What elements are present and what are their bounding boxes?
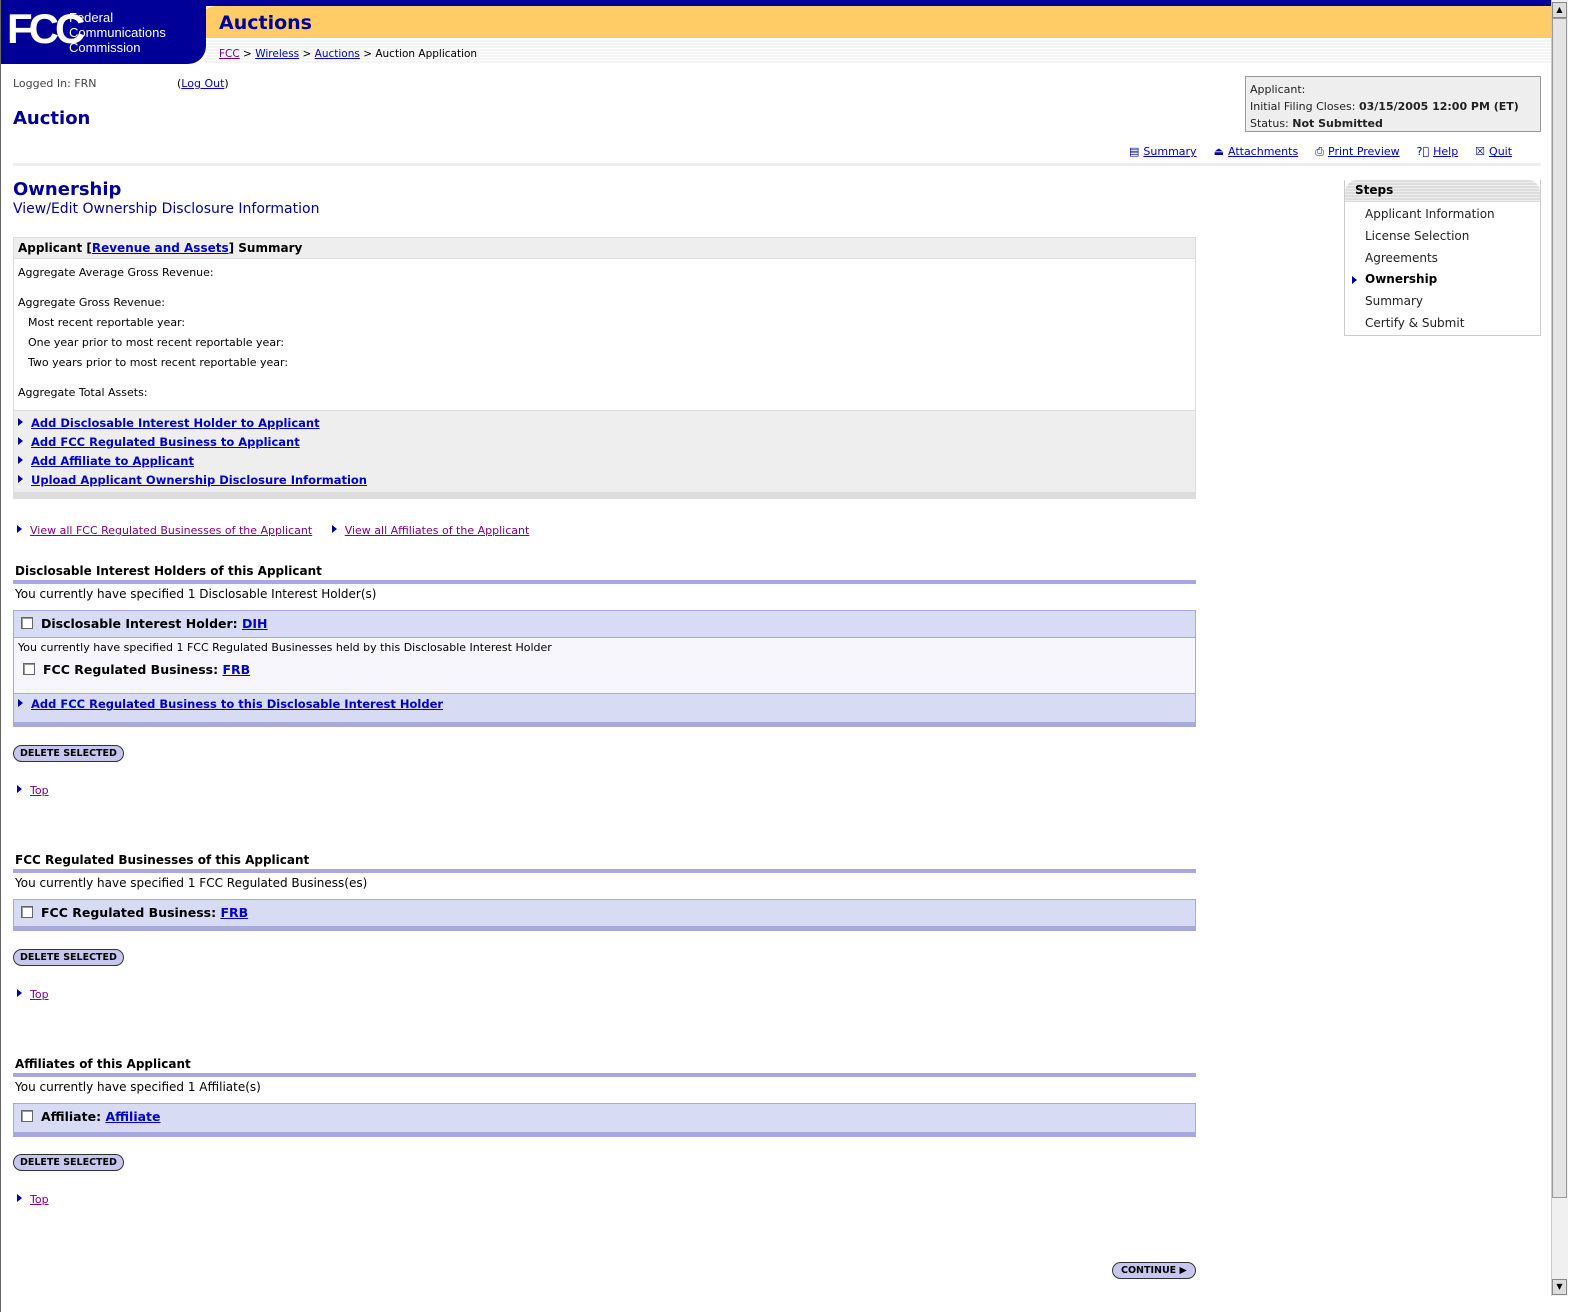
frb-checkbox[interactable] — [21, 906, 33, 918]
affiliate-row: Affiliate: Affiliate — [13, 1103, 1196, 1137]
title-band — [197, 6, 1551, 38]
arrow-right-icon: ▶ — [1179, 1265, 1187, 1276]
summary-header: Applicant [Revenue and Assets] Summary — [14, 238, 1195, 259]
divider — [13, 1073, 1196, 1077]
frb-link[interactable]: FRB — [222, 662, 250, 677]
view-affiliates-link[interactable]: View all Affiliates of the Applicant — [345, 524, 530, 537]
frb-heading: FCC Regulated Businesses of this Applica… — [15, 853, 310, 867]
summary-box: Applicant [Revenue and Assets] Summary A… — [13, 237, 1196, 499]
section-subtitle: View/Edit Ownership Disclosure Informati… — [13, 201, 320, 217]
logo-text: Federal Communications Commission — [69, 10, 166, 55]
close-icon: ☒ — [1475, 145, 1486, 158]
breadcrumb: FCC > Wireless > Auctions > Auction Appl… — [219, 48, 478, 60]
breadcrumb-auctions[interactable]: Auctions — [315, 48, 360, 60]
upload-icon: ⏏ — [1213, 145, 1224, 158]
breadcrumb-fcc[interactable]: FCC — [219, 48, 240, 60]
revenue-assets-link[interactable]: Revenue and Assets — [92, 241, 229, 255]
view-links: View all FCC Regulated Businesses of the… — [17, 524, 529, 537]
summary-icon: ▤ — [1129, 145, 1140, 158]
affiliate-link[interactable]: Affiliate — [105, 1109, 160, 1124]
step-license-selection[interactable]: License Selection — [1345, 226, 1540, 248]
divider — [13, 580, 1196, 584]
help-link[interactable]: Help — [1433, 145, 1458, 158]
add-frb-link[interactable]: Add FCC Regulated Business to Applicant — [31, 435, 300, 449]
arrow-icon — [17, 989, 22, 997]
frb-row: FCC Regulated Business: FRB — [13, 899, 1196, 931]
divider — [13, 163, 1541, 166]
frb-count: You currently have specified 1 FCC Regul… — [15, 876, 368, 890]
arrow-icon — [18, 456, 23, 464]
section-title: Ownership — [13, 179, 122, 200]
affiliates-count: You currently have specified 1 Affiliate… — [15, 1080, 261, 1094]
top-link-row: Top — [17, 1193, 49, 1206]
current-step-icon — [1352, 276, 1357, 285]
summary-actions: Add Disclosable Interest Holder to Appli… — [14, 410, 1195, 498]
breadcrumb-wireless[interactable]: Wireless — [255, 48, 299, 60]
divider — [13, 869, 1196, 873]
logged-in-text: Logged In: FRN — [13, 77, 97, 90]
print-preview-link[interactable]: Print Preview — [1328, 145, 1400, 158]
steps-title: Steps — [1345, 180, 1540, 202]
attachments-link[interactable]: Attachments — [1228, 145, 1298, 158]
arrow-icon — [18, 418, 23, 426]
dih-checkbox[interactable] — [21, 617, 33, 629]
upload-ownership-link[interactable]: Upload Applicant Ownership Disclosure In… — [31, 473, 367, 487]
delete-selected-button[interactable]: DELETE SELECTED — [13, 1154, 124, 1171]
dih-link[interactable]: DIH — [242, 616, 268, 631]
scroll-down-button[interactable]: ▼ — [1552, 1279, 1567, 1295]
arrow-icon — [17, 1194, 22, 1202]
continue-button[interactable]: CONTINUE ▶ — [1112, 1262, 1196, 1279]
affiliate-checkbox[interactable] — [21, 1110, 33, 1122]
filing-close-date: 03/15/2005 12:00 PM (ET) — [1358, 100, 1519, 113]
step-applicant-information[interactable]: Applicant Information — [1345, 204, 1540, 226]
top-link[interactable]: Top — [30, 784, 49, 797]
dih-count: You currently have specified 1 Disclosab… — [15, 587, 377, 601]
top-link-row: Top — [17, 784, 49, 797]
arrow-icon — [17, 525, 22, 533]
add-dih-link[interactable]: Add Disclosable Interest Holder to Appli… — [31, 416, 320, 430]
print-icon: ⎙ — [1315, 145, 1325, 158]
top-link[interactable]: Top — [30, 988, 49, 1001]
step-agreements[interactable]: Agreements — [1345, 248, 1540, 270]
arrow-icon — [17, 785, 22, 793]
frb-link[interactable]: FRB — [220, 905, 248, 920]
steps-panel: Steps Applicant Information License Sele… — [1344, 180, 1541, 336]
arrow-icon — [18, 475, 23, 483]
scroll-up-button[interactable]: ▲ — [1552, 2, 1567, 18]
top-link-row: Top — [17, 988, 49, 1001]
frb-count-text: You currently have specified 1 FCC Regul… — [18, 641, 552, 654]
applicant-info-box: Applicant: Initial Filing Closes: 03/15/… — [1245, 76, 1541, 132]
step-ownership[interactable]: Ownership — [1345, 269, 1540, 291]
quit-link[interactable]: Quit — [1489, 145, 1512, 158]
scrollbar-thumb[interactable] — [1552, 18, 1567, 1198]
logout-link[interactable]: Log Out — [181, 77, 224, 90]
step-summary[interactable]: Summary — [1345, 291, 1540, 313]
add-affiliate-link[interactable]: Add Affiliate to Applicant — [31, 454, 194, 468]
fcc-logo[interactable]: FCC Federal Communications Commission — [1, 0, 206, 64]
page-title: Auction — [13, 108, 91, 129]
arrow-icon — [18, 699, 23, 707]
breadcrumb-current: Auction Application — [375, 48, 478, 60]
delete-selected-button[interactable]: DELETE SELECTED — [13, 949, 124, 966]
dih-row: Disclosable Interest Holder: DIH You cur… — [13, 610, 1196, 727]
add-frb-to-dih-link[interactable]: Add FCC Regulated Business to this Discl… — [31, 697, 443, 711]
affiliates-heading: Affiliates of this Applicant — [15, 1057, 191, 1071]
view-frb-link[interactable]: View all FCC Regulated Businesses of the… — [30, 524, 312, 537]
dih-heading: Disclosable Interest Holders of this App… — [15, 564, 322, 578]
summary-body: Aggregate Average Gross Revenue: Aggrega… — [18, 266, 289, 399]
toolbar: ▤ Summary ⏏ Attachments ⎙ Print Preview ?⃞ H… — [1129, 145, 1512, 159]
logout: (Log Out) — [177, 77, 229, 90]
summary-link[interactable]: Summary — [1143, 145, 1196, 158]
status-value: Not Submitted — [1292, 117, 1383, 130]
delete-selected-button[interactable]: DELETE SELECTED — [13, 745, 124, 762]
frb-checkbox[interactable] — [23, 663, 35, 675]
arrow-icon — [331, 525, 337, 533]
arrow-icon — [18, 437, 23, 445]
help-icon: ?⃞ — [1416, 145, 1430, 158]
top-link[interactable]: Top — [30, 1193, 49, 1206]
step-certify-submit[interactable]: Certify & Submit — [1345, 313, 1540, 335]
app-title: Auctions — [219, 12, 312, 34]
